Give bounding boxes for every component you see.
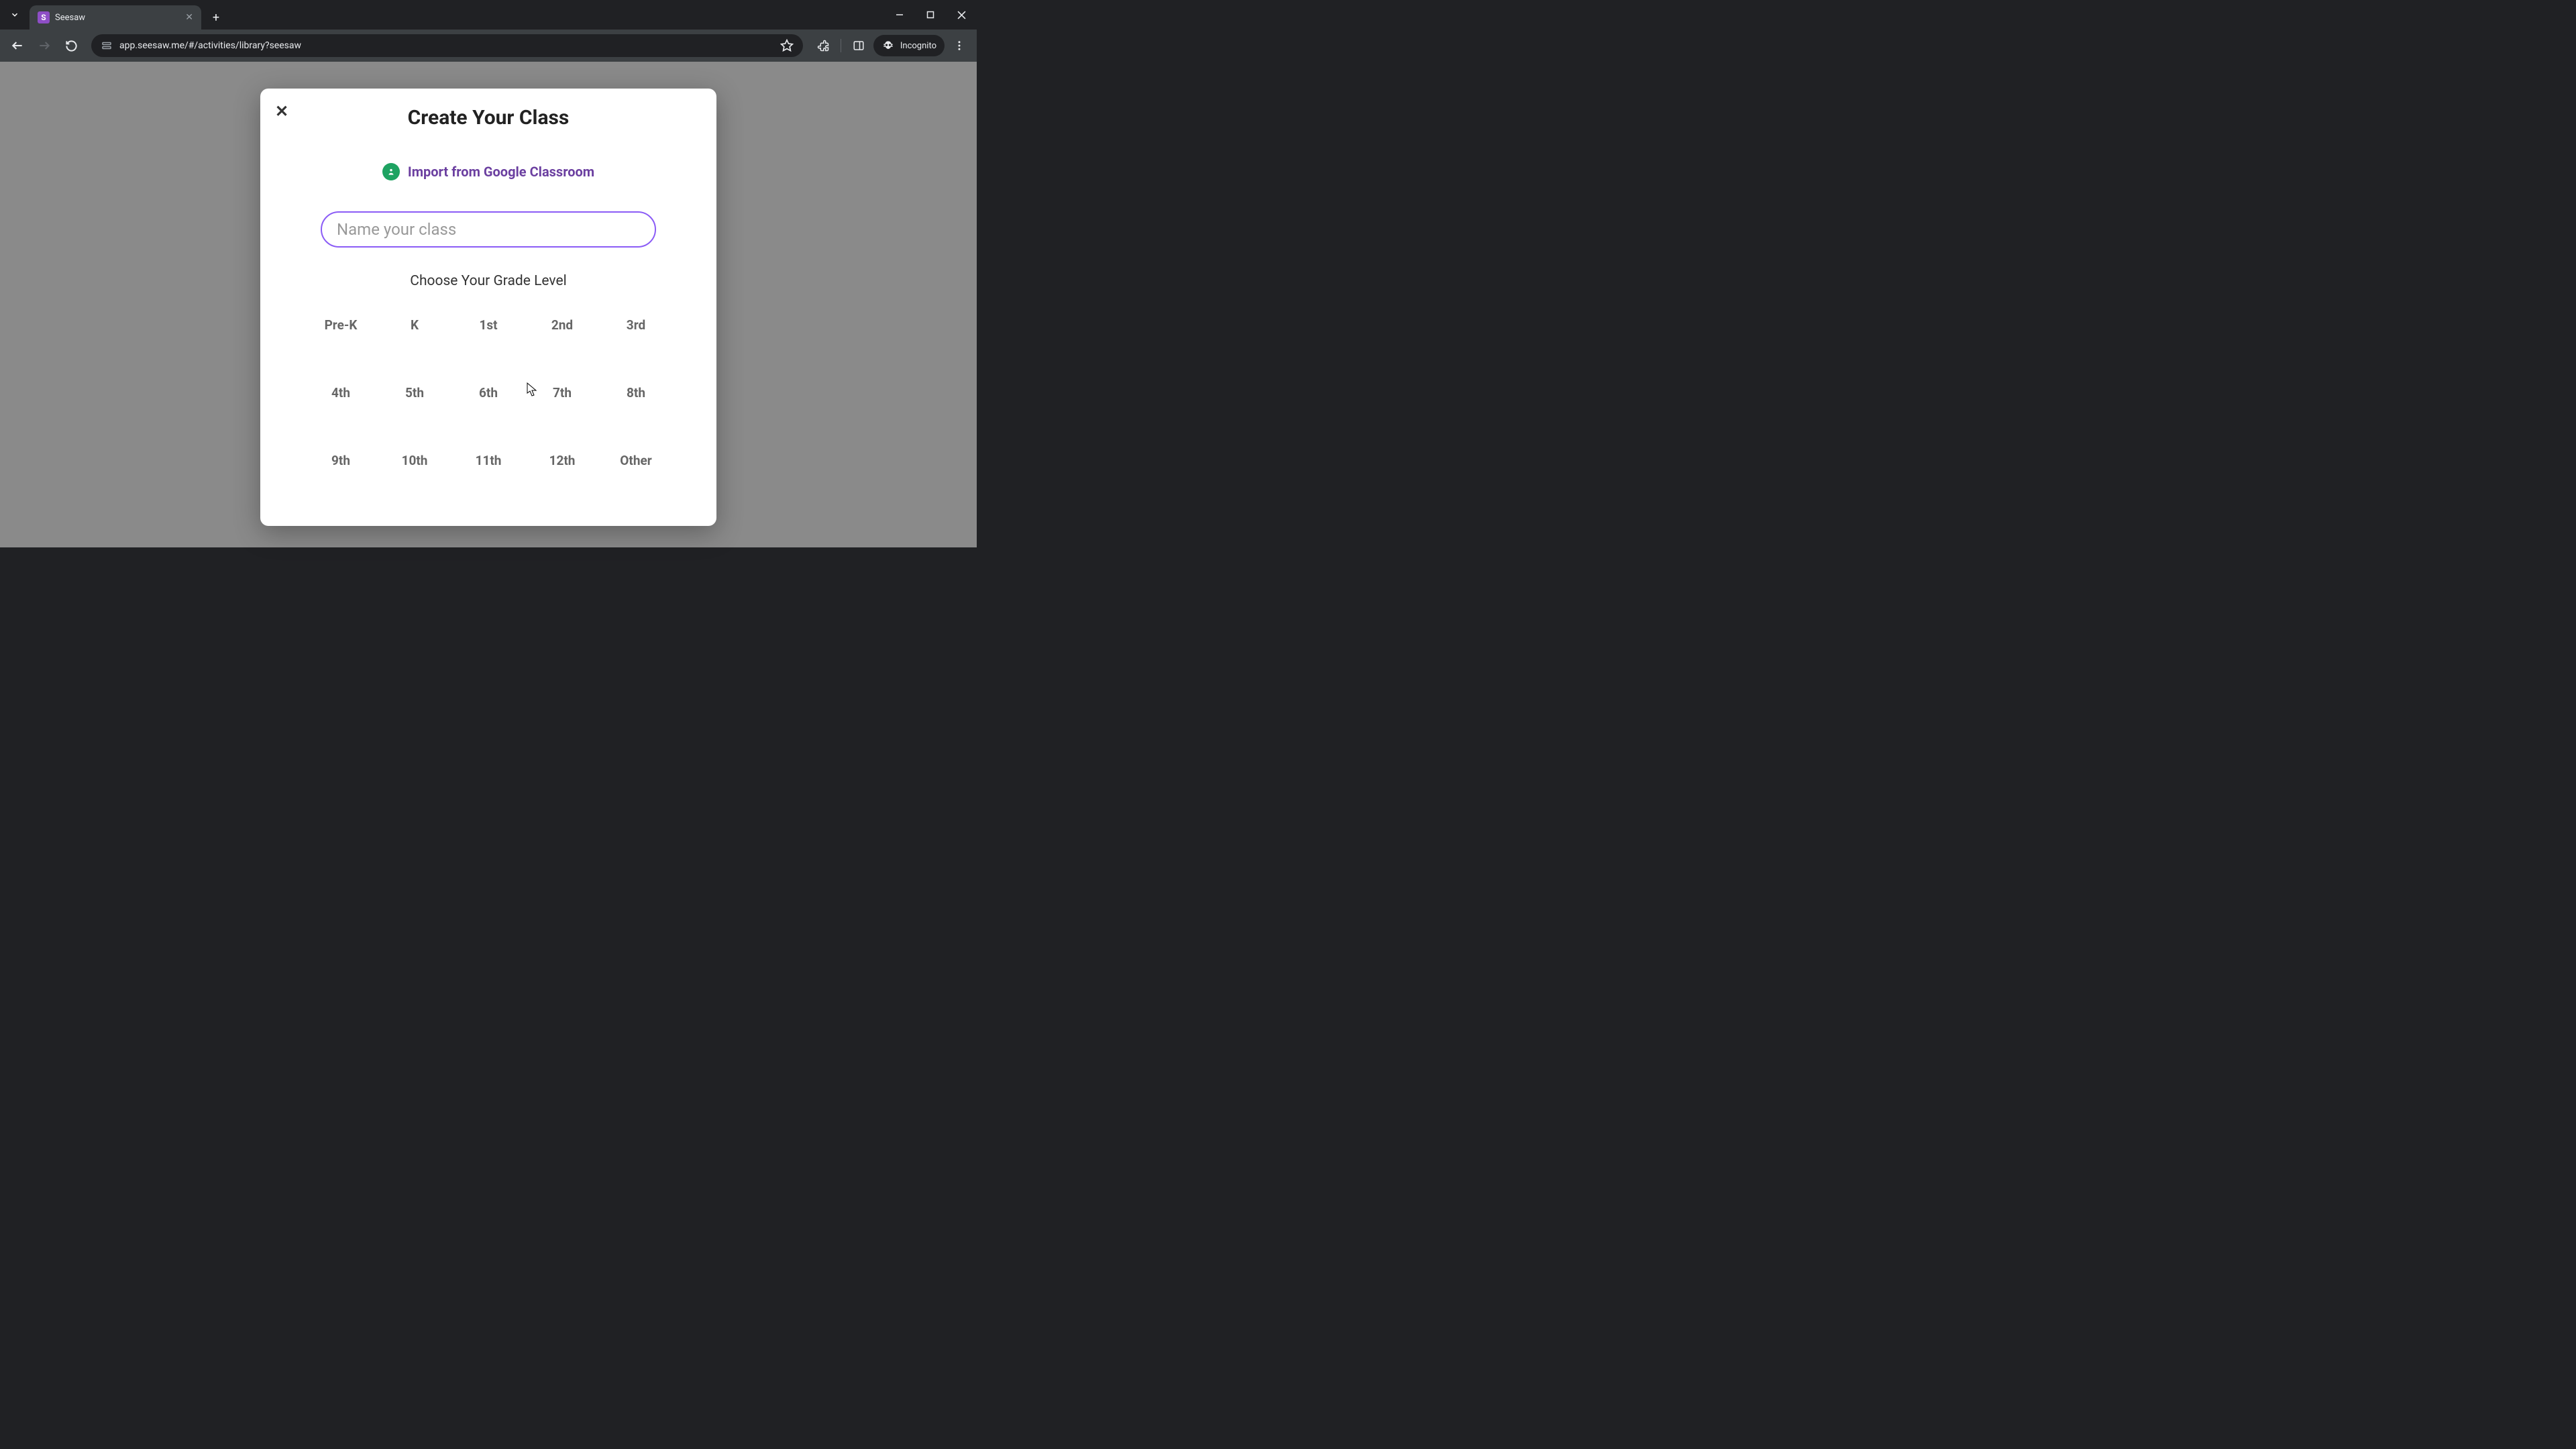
grade-option-other[interactable]: Other [602, 453, 669, 468]
grade-option-11th[interactable]: 11th [455, 453, 522, 468]
tab-search-dropdown[interactable] [0, 0, 30, 30]
grade-option-2nd[interactable]: 2nd [529, 317, 596, 333]
grade-level-heading: Choose Your Grade Level [287, 273, 690, 289]
grade-level-grid: Pre-K K 1st 2nd 3rd 4th 5th 6th 7th 8th … [307, 317, 669, 468]
site-info-icon[interactable] [101, 40, 113, 52]
browser-toolbar: app.seesaw.me/#/activities/library?seesa… [0, 30, 977, 62]
grade-option-6th[interactable]: 6th [455, 385, 522, 400]
grade-option-12th[interactable]: 12th [529, 453, 596, 468]
grade-option-5th[interactable]: 5th [381, 385, 448, 400]
modal-header: ✕ Create Your Class [260, 89, 716, 143]
back-button[interactable] [5, 34, 30, 58]
grade-option-prek[interactable]: Pre-K [307, 317, 374, 333]
minimize-button[interactable] [884, 0, 915, 30]
incognito-label: Incognito [900, 41, 936, 51]
grade-option-3rd[interactable]: 3rd [602, 317, 669, 333]
grade-option-1st[interactable]: 1st [455, 317, 522, 333]
modal-body: Import from Google Classroom Choose Your… [260, 143, 716, 526]
grade-option-7th[interactable]: 7th [529, 385, 596, 400]
reload-button[interactable] [59, 34, 83, 58]
close-icon[interactable]: ✕ [275, 103, 288, 119]
google-classroom-icon [382, 163, 400, 180]
grade-option-4th[interactable]: 4th [307, 385, 374, 400]
window-controls [884, 0, 977, 30]
side-panel-icon[interactable] [847, 34, 871, 58]
menu-icon[interactable] [947, 34, 971, 58]
create-class-modal: ✕ Create Your Class Import from Google C… [260, 89, 716, 526]
grade-option-9th[interactable]: 9th [307, 453, 374, 468]
modal-title: Create Your Class [274, 106, 703, 129]
import-link-label: Import from Google Classroom [408, 164, 594, 180]
import-google-classroom-link[interactable]: Import from Google Classroom [287, 163, 690, 180]
tab-favicon: S [38, 11, 50, 23]
address-bar[interactable]: app.seesaw.me/#/activities/library?seesa… [91, 34, 803, 57]
incognito-indicator[interactable]: Incognito [873, 35, 945, 56]
tab-title: Seesaw [55, 13, 180, 23]
forward-button[interactable] [32, 34, 56, 58]
new-tab-button[interactable]: + [207, 8, 225, 27]
grade-option-k[interactable]: K [381, 317, 448, 333]
grade-option-10th[interactable]: 10th [381, 453, 448, 468]
tab-close-icon[interactable]: ✕ [185, 12, 193, 23]
grade-option-8th[interactable]: 8th [602, 385, 669, 400]
browser-tab-active[interactable]: S Seesaw ✕ [30, 5, 201, 30]
browser-titlebar: S Seesaw ✕ + [0, 0, 977, 30]
class-name-input[interactable] [321, 211, 656, 248]
bookmark-icon[interactable] [780, 39, 794, 52]
page-content: ✕ Create Your Class Import from Google C… [0, 62, 977, 547]
window-close-button[interactable] [946, 0, 977, 30]
maximize-button[interactable] [915, 0, 946, 30]
url-text: app.seesaw.me/#/activities/library?seesa… [119, 40, 773, 51]
extensions-icon[interactable] [811, 34, 835, 58]
